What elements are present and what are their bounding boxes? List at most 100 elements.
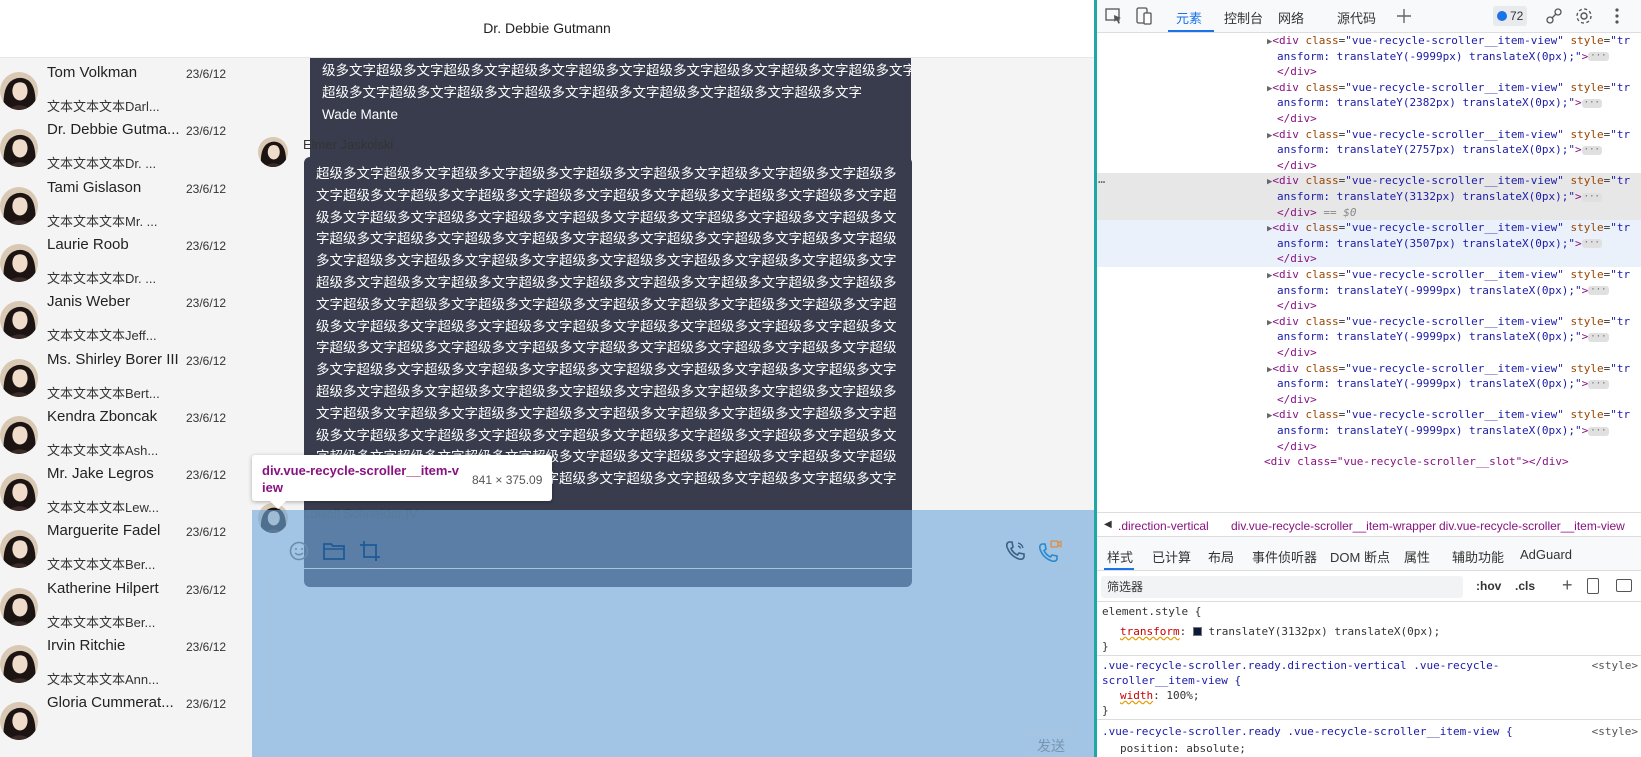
contact-item[interactable]: Mr. Jake Legros 23/6/12 文本文本文本Lew... [0, 459, 244, 519]
breadcrumb-scroll-left-icon[interactable]: ◀ [1104, 519, 1112, 530]
dom-node[interactable]: </div> [1097, 298, 1641, 314]
contact-item[interactable]: Ms. Shirley Borer III 23/6/12 文本文本文本Bert..… [0, 345, 244, 405]
contact-item[interactable]: Marguerite Fadel 23/6/12 文本文本文本Ber... [0, 516, 244, 576]
issues-badge[interactable]: 72 [1493, 6, 1528, 26]
rule-source[interactable]: <style> [1592, 724, 1638, 739]
dom-node[interactable]: ▶<div class="vue-recycle-scroller__item-… [1097, 33, 1641, 49]
contact-item[interactable]: Laurie Roob 23/6/12 文本文本文本Dr. ... [0, 230, 244, 290]
rule-selector[interactable]: .vue-recycle-scroller.ready.direction-ve… [1102, 658, 1499, 673]
subtab-adguard[interactable]: AdGuard [1520, 547, 1572, 562]
dom-node[interactable]: ansform: translateY(2382px) translateX(0… [1097, 95, 1641, 111]
subtab-dom-breakpoints[interactable]: DOM 断点 [1330, 547, 1390, 566]
tab-sources[interactable]: 源代码 [1337, 8, 1376, 27]
dom-node[interactable]: ansform: translateY(3507px) translateX(0… [1097, 235, 1641, 252]
contact-list[interactable]: Tom Volkman 23/6/12 文本文本文本Darl... Dr. Debbi… [0, 58, 244, 757]
style-property[interactable]: transform [1120, 625, 1180, 638]
subtab-layout[interactable]: 布局 [1208, 547, 1234, 566]
folder-icon[interactable] [320, 537, 348, 565]
style-property[interactable]: position [1120, 742, 1173, 755]
hov-toggle[interactable]: :hov [1476, 579, 1501, 593]
collapsed-children-icon[interactable]: ··· [1581, 98, 1602, 108]
contact-item[interactable]: Gloria Cummerat... 23/6/12 [0, 688, 244, 748]
more-options-icon[interactable] [1607, 6, 1627, 26]
collapsed-children-icon[interactable]: ··· [1581, 192, 1602, 202]
styles-filter-input[interactable]: 筛选器 [1101, 576, 1463, 598]
breadcrumb-item[interactable]: div.vue-recycle-scroller__item-view [1439, 519, 1625, 533]
collapsed-children-icon[interactable]: ··· [1588, 286, 1609, 296]
rule-selector[interactable]: scroller__item-view { [1102, 673, 1241, 688]
collapsed-children-icon[interactable]: ··· [1588, 426, 1609, 436]
contact-item[interactable]: Janis Weber 23/6/12 文本文本文本Jeff... [0, 287, 244, 347]
dom-node[interactable]: </div> [1097, 345, 1641, 361]
style-property[interactable]: width [1120, 689, 1153, 702]
screenshot-icon[interactable] [356, 537, 384, 565]
message-input[interactable] [270, 568, 1076, 732]
more-tabs-plus-icon[interactable] [1394, 6, 1414, 26]
new-style-rule-icon[interactable]: + [1562, 575, 1573, 596]
dom-node[interactable]: ansform: translateY(-9999px) translateX(… [1097, 423, 1641, 439]
collapsed-children-icon[interactable]: ··· [1581, 145, 1602, 155]
dom-node[interactable]: ▶<div class="vue-recycle-scroller__item-… [1097, 80, 1641, 96]
style-value[interactable]: translateY(3132px) translateX(0px); [1208, 625, 1440, 638]
tab-elements[interactable]: 元素 [1176, 8, 1202, 27]
breadcrumb-item[interactable]: div.vue-recycle-scroller__item-wrapper [1231, 519, 1436, 533]
dom-node[interactable]: ▶<div class="vue-recycle-scroller__item-… [1097, 361, 1641, 377]
performance-icon[interactable] [1544, 6, 1564, 26]
dom-node[interactable]: ▶<div class="vue-recycle-scroller__item-… [1097, 314, 1641, 330]
inspect-element-icon[interactable] [1104, 6, 1124, 26]
subtab-event-listeners[interactable]: 事件侦听器 [1252, 547, 1317, 566]
settings-gear-icon[interactable] [1574, 6, 1594, 26]
collapsed-children-icon[interactable]: ··· [1588, 52, 1609, 62]
dom-node[interactable]: ▶<div class="vue-recycle-scroller__item-… [1097, 220, 1641, 237]
rule-source[interactable]: <style> [1592, 658, 1638, 673]
device-toolbar-icon[interactable] [1134, 6, 1154, 26]
dom-node[interactable]: </div> [1097, 392, 1641, 408]
dom-node[interactable]: </div> [1097, 111, 1641, 127]
dom-node[interactable]: ▶<div class="vue-recycle-scroller__item-… [1097, 407, 1641, 423]
style-value[interactable]: 100%; [1166, 689, 1199, 702]
dom-node[interactable]: ansform: translateY(2757px) translateX(0… [1097, 142, 1641, 158]
cls-toggle[interactable]: .cls [1515, 579, 1535, 593]
rule-selector[interactable]: .vue-recycle-scroller.ready .vue-recycle… [1102, 724, 1513, 739]
node-actions-icon[interactable]: … [1098, 171, 1105, 187]
dom-node[interactable]: ▶<div class="vue-recycle-scroller__item-… [1097, 173, 1641, 190]
contact-item[interactable]: Irvin Ritchie 23/6/12 文本文本文本Ann... [0, 631, 244, 691]
contact-item[interactable]: Tami Gislason 23/6/12 文本文本文本Mr. ... [0, 173, 244, 233]
dom-node[interactable]: ▶<div class="vue-recycle-scroller__item-… [1097, 127, 1641, 143]
dom-node[interactable]: <div class="vue-recycle-scroller__slot">… [1097, 454, 1641, 470]
subtab-accessibility[interactable]: 辅助功能 [1452, 547, 1504, 566]
collapsed-children-icon[interactable]: ··· [1588, 379, 1609, 389]
dom-node[interactable]: ▶<div class="vue-recycle-scroller__item-… [1097, 267, 1641, 283]
dom-node[interactable]: ansform: translateY(-9999px) translateX(… [1097, 49, 1641, 65]
style-declaration[interactable]: transform: translateY(3132px) translateX… [1120, 624, 1440, 639]
dom-tree[interactable]: ▶<div class="vue-recycle-scroller__item-… [1097, 33, 1641, 511]
contact-item[interactable]: Tom Volkman 23/6/12 文本文本文本Darl... [0, 58, 244, 118]
avatar[interactable] [258, 137, 288, 167]
color-swatch-icon[interactable] [1192, 627, 1202, 636]
tab-console[interactable]: 控制台 [1224, 8, 1263, 27]
tab-network[interactable]: 网络 [1278, 8, 1304, 27]
voice-call-icon[interactable] [1001, 537, 1029, 565]
computed-styles-toggle-icon[interactable] [1587, 578, 1599, 594]
dom-node[interactable]: </div> [1097, 64, 1641, 80]
subtab-computed[interactable]: 已计算 [1152, 547, 1191, 566]
contact-item[interactable]: Katherine Hilpert 23/6/12 文本文本文本Ber... [0, 574, 244, 634]
video-call-icon[interactable] [1035, 537, 1063, 565]
subtab-styles[interactable]: 样式 [1107, 547, 1133, 566]
dom-node[interactable]: ansform: translateY(-9999px) translateX(… [1097, 283, 1641, 299]
dom-node[interactable]: ansform: translateY(-9999px) translateX(… [1097, 376, 1641, 392]
collapsed-children-icon[interactable]: ··· [1581, 239, 1602, 249]
send-button[interactable]: 发送 [1026, 734, 1076, 757]
sidebar-toggle-icon[interactable] [1616, 579, 1632, 592]
style-value[interactable]: absolute; [1186, 742, 1246, 755]
emoji-icon[interactable] [285, 537, 313, 565]
contact-item[interactable]: Kendra Zboncak 23/6/12 文本文本文本Ash... [0, 402, 244, 462]
contact-item[interactable]: Dr. Debbie Gutma... 23/6/12 文本文本文本Dr. ... [0, 115, 244, 175]
dom-node[interactable]: </div> [1097, 158, 1641, 174]
dom-node[interactable]: ansform: translateY(-9999px) translateX(… [1097, 329, 1641, 345]
dom-node[interactable]: </div> == $0 [1097, 204, 1641, 221]
collapsed-children-icon[interactable]: ··· [1588, 332, 1609, 342]
breadcrumb-item[interactable]: .direction-vertical [1118, 519, 1209, 533]
style-declaration[interactable]: position: absolute; [1120, 741, 1246, 756]
subtab-properties[interactable]: 属性 [1404, 547, 1430, 566]
